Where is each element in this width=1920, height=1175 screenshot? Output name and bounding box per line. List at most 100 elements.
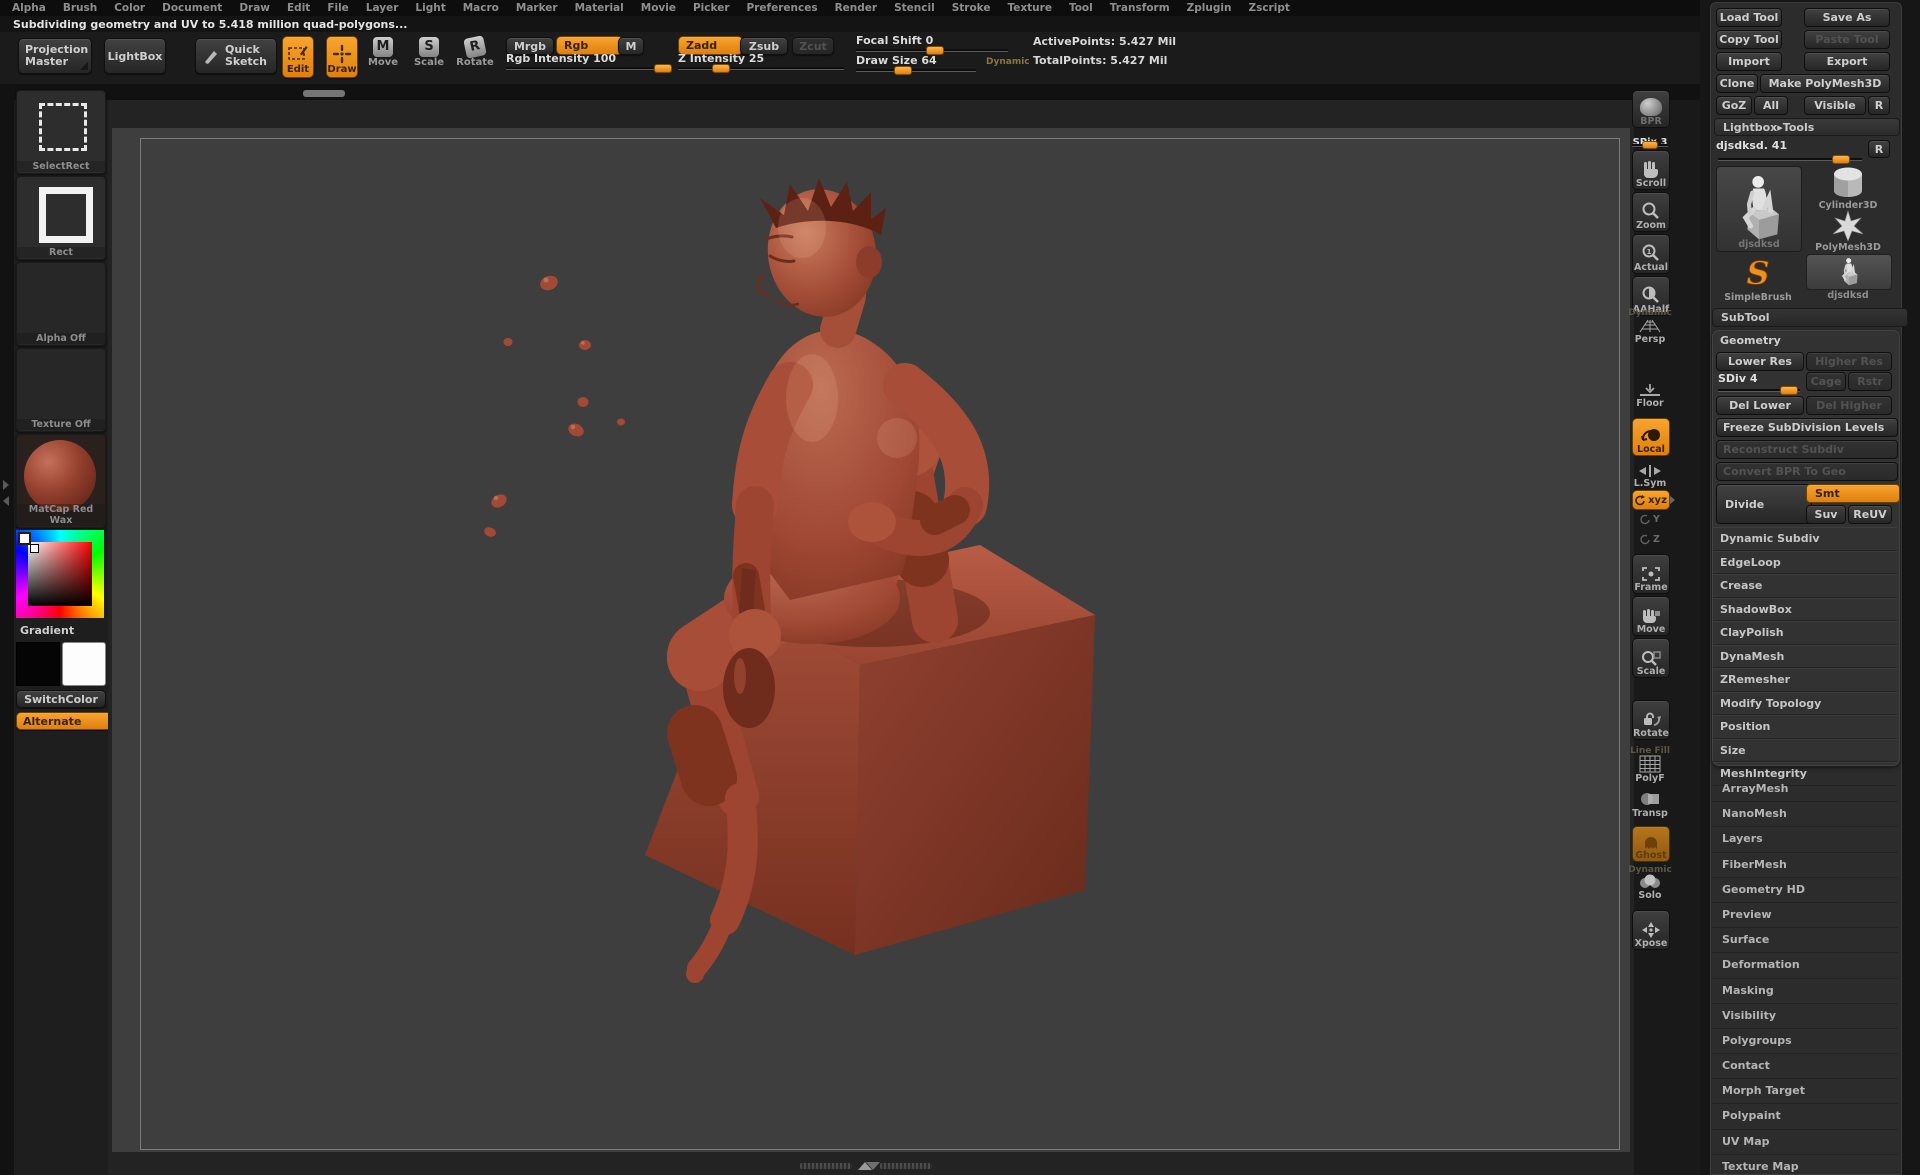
quick-sketch-button[interactable]: Quick Sketch [195,38,277,74]
main-color-swatch[interactable] [16,642,60,686]
goz-visible-button[interactable]: Visible [1804,96,1866,115]
lightbox-button[interactable]: LightBox [104,38,166,74]
menu-item[interactable]: Texture [1007,2,1051,14]
z-intensity-knob[interactable] [712,64,730,73]
nav-rotate-button[interactable]: Rotate [1632,700,1670,740]
lsym-button[interactable]: L.Sym [1632,464,1668,489]
clone-button[interactable]: Clone [1716,74,1758,93]
persp-button[interactable]: Persp [1632,318,1668,345]
xpose-button[interactable]: Xpose [1632,910,1670,950]
cylinder3d-tool[interactable]: Cylinder3D [1806,166,1890,211]
sdiv-knob[interactable] [1780,386,1798,395]
stroke-select-thumbnail[interactable]: SelectRect [16,90,106,174]
palette-section[interactable]: Visibility [1712,1004,1898,1029]
local-button[interactable]: Local [1632,418,1670,456]
spix-slider[interactable]: SPix 3 [1628,130,1672,149]
bottom-tray-handle[interactable] [800,1161,932,1171]
load-tool-button[interactable]: Load Tool [1716,8,1782,27]
del-lower-button[interactable]: Del Lower [1716,396,1804,415]
geometry-header[interactable]: Geometry [1720,334,1781,347]
z-intensity-slider[interactable]: Z Intensity 25 [678,52,846,72]
menu-item[interactable]: Alpha [12,2,46,14]
palette-section[interactable]: FiberMesh [1712,853,1898,878]
rgb-intensity-slider[interactable]: Rgb Intensity 100 [506,52,674,72]
copy-tool-button[interactable]: Copy Tool [1716,30,1782,49]
canvas[interactable] [112,128,1630,1152]
simplebrush-tool[interactable]: S SimpleBrush [1716,256,1800,303]
menu-item[interactable]: Movie [641,2,676,14]
floor-button[interactable]: Floor [1632,382,1668,409]
palette-section[interactable]: Layers [1712,827,1898,852]
palette-section[interactable]: Surface [1712,928,1898,953]
tray-down-arrow[interactable] [866,1162,880,1170]
palette-section[interactable]: Morph Target [1712,1079,1898,1104]
import-button[interactable]: Import [1716,52,1782,71]
menu-item[interactable]: Color [114,2,145,14]
palette-section[interactable]: ArrayMesh [1712,777,1898,802]
palette-section[interactable]: Masking [1712,979,1898,1004]
menu-item[interactable]: Brush [63,2,97,14]
menu-item[interactable]: Picker [693,2,730,14]
active-tool-slider[interactable]: djsdksd. 41 [1716,139,1892,163]
dynamic-toggle[interactable]: Dynamic [986,57,1030,67]
draw-button[interactable]: Draw [326,36,358,78]
lower-res-button[interactable]: Lower Res [1716,352,1804,371]
del-higher-button[interactable]: Del Higher [1806,396,1892,415]
spix-knob[interactable] [1642,141,1658,149]
smt-button[interactable]: Smt [1806,484,1900,503]
menu-item[interactable]: Document [162,2,222,14]
menu-item[interactable]: Layer [366,2,399,14]
rgb-intensity-knob[interactable] [654,64,672,73]
alternate-button[interactable]: Alternate [16,712,112,730]
palette-section[interactable]: Polygroups [1712,1029,1898,1054]
bpr-button[interactable]: BPR [1632,90,1670,128]
geometry-row[interactable]: Modify Topology [1713,692,1897,716]
zoom-button[interactable]: Zoom [1632,192,1670,232]
palette-section[interactable]: Texture Map [1712,1155,1898,1175]
left-tray-close-arrow[interactable] [3,496,9,506]
move-button[interactable]: M Move [366,37,400,68]
actual-button[interactable]: 1 Actual [1632,234,1670,274]
menu-item[interactable]: Preferences [747,2,818,14]
rotate-z-button[interactable]: Z [1632,534,1668,545]
divide-button[interactable]: Divide [1716,484,1812,524]
focal-shift-slider[interactable]: Focal Shift 0 [856,34,1026,56]
color-picker[interactable] [16,530,104,618]
palette-section[interactable]: NanoMesh [1712,802,1898,827]
polymesh3d-tool[interactable]: PolyMesh3D [1806,210,1890,253]
geometry-row[interactable]: EdgeLoop [1713,551,1897,575]
draw-size-slider[interactable]: Draw Size 64 Dynamic [856,54,1026,76]
palette-section[interactable]: Polypaint [1712,1104,1898,1129]
menu-item[interactable]: Macro [463,2,499,14]
shelf-scrollbar-handle[interactable] [303,90,345,97]
lightbox-tools-header[interactable]: Lightbox▸Tools [1714,118,1900,136]
menu-item[interactable]: Zplugin [1187,2,1232,14]
geometry-row[interactable]: DynaMesh [1713,645,1897,669]
menu-item[interactable]: Marker [516,2,558,14]
left-tray-open-arrow[interactable] [3,480,9,490]
palette-section[interactable]: Preview [1712,903,1898,928]
rstr-button[interactable]: Rstr [1848,372,1892,391]
recent-tool-thumbnail[interactable] [1806,254,1892,290]
sdiv-slider[interactable]: SDiv 4 [1718,372,1802,394]
rotate-y-button[interactable]: Y [1632,514,1668,525]
cage-button[interactable]: Cage [1806,372,1846,391]
subtool-section-header[interactable]: SubTool [1712,308,1908,327]
reuv-button[interactable]: ReUV [1848,505,1892,524]
menu-item[interactable]: Edit [287,2,310,14]
reconstruct-subdiv-button[interactable]: Reconstruct Subdiv [1716,440,1898,459]
edit-button[interactable]: Edit [282,36,314,78]
geometry-row[interactable]: Dynamic Subdiv [1713,527,1897,551]
material-thumbnail[interactable]: MatCap Red Wax [16,434,106,528]
nav-scale-button[interactable]: Scale [1632,638,1670,678]
goz-r-button[interactable]: R [1868,96,1890,115]
tool-r-button[interactable]: R [1868,140,1890,158]
menu-item[interactable]: Draw [239,2,270,14]
transp-button[interactable]: Transp [1632,790,1668,819]
nav-move-button[interactable]: Move [1632,596,1670,636]
make-polymesh3d-button[interactable]: Make PolyMesh3D [1760,74,1890,93]
stroke-rect-thumbnail[interactable]: Rect [16,176,106,260]
menu-item[interactable]: Stencil [894,2,935,14]
menu-item[interactable]: Stroke [952,2,991,14]
geometry-row[interactable]: Crease [1713,574,1897,598]
